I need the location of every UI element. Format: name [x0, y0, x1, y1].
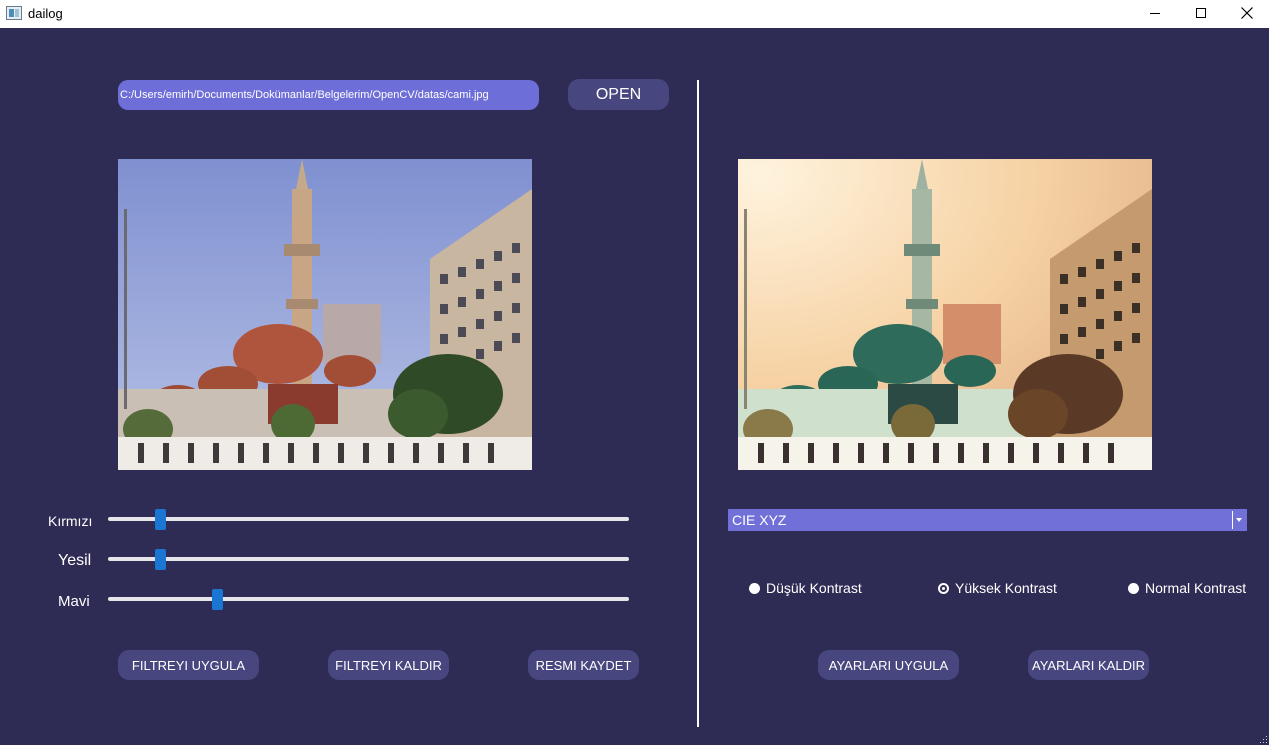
radio-normal-contrast[interactable]: Normal Kontrast [1128, 580, 1246, 596]
remove-filter-button[interactable]: FILTREYI KALDIR [328, 650, 449, 680]
colorspace-selected-value: CIE XYZ [732, 512, 787, 528]
radio-label: Düşük Kontrast [766, 580, 862, 596]
minimize-icon [1150, 13, 1160, 14]
radio-dot [749, 582, 760, 594]
apply-settings-button[interactable]: AYARLARI UYGULA [818, 650, 959, 680]
maximize-button[interactable] [1178, 0, 1224, 28]
remove-settings-button[interactable]: AYARLARI KALDIR [1028, 650, 1149, 680]
save-image-button[interactable]: RESMI KAYDET [528, 650, 639, 680]
blue-slider[interactable] [108, 589, 629, 610]
processed-image [738, 159, 1152, 470]
close-button[interactable] [1224, 0, 1269, 28]
radio-low-contrast[interactable]: Düşük Kontrast [749, 580, 862, 596]
red-slider-handle[interactable] [154, 509, 166, 530]
green-slider-label: Yesil [58, 552, 92, 569]
open-button[interactable]: OPEN [568, 79, 669, 110]
title-bar: dailog [0, 0, 1269, 28]
apply-filter-button[interactable]: FILTREYI UYGULA [118, 650, 259, 680]
window-title: dailog [28, 6, 63, 21]
radio-high-contrast[interactable]: Yüksek Kontrast [938, 580, 1057, 596]
colorspace-select[interactable]: CIE XYZ [728, 509, 1247, 531]
blue-slider-handle[interactable] [212, 589, 224, 610]
green-slider[interactable] [108, 549, 629, 570]
radio-dot [938, 582, 949, 594]
maximize-icon [1196, 8, 1206, 18]
radio-label: Normal Kontrast [1145, 580, 1247, 596]
file-path-input[interactable] [118, 80, 539, 110]
resize-grip-icon[interactable] [1259, 735, 1268, 744]
red-slider[interactable] [108, 509, 629, 530]
blue-slider-label: Mavi [58, 593, 90, 610]
original-image [118, 159, 532, 470]
chevron-down-icon[interactable] [1232, 511, 1245, 529]
radio-dot [1128, 582, 1139, 594]
panel-divider [697, 80, 699, 727]
close-icon [1241, 7, 1253, 19]
minimize-button[interactable] [1132, 0, 1178, 28]
red-slider-label: Kırmızı [48, 513, 93, 529]
green-slider-handle[interactable] [154, 549, 166, 570]
app-icon [6, 6, 22, 20]
radio-label: Yüksek Kontrast [955, 580, 1057, 596]
